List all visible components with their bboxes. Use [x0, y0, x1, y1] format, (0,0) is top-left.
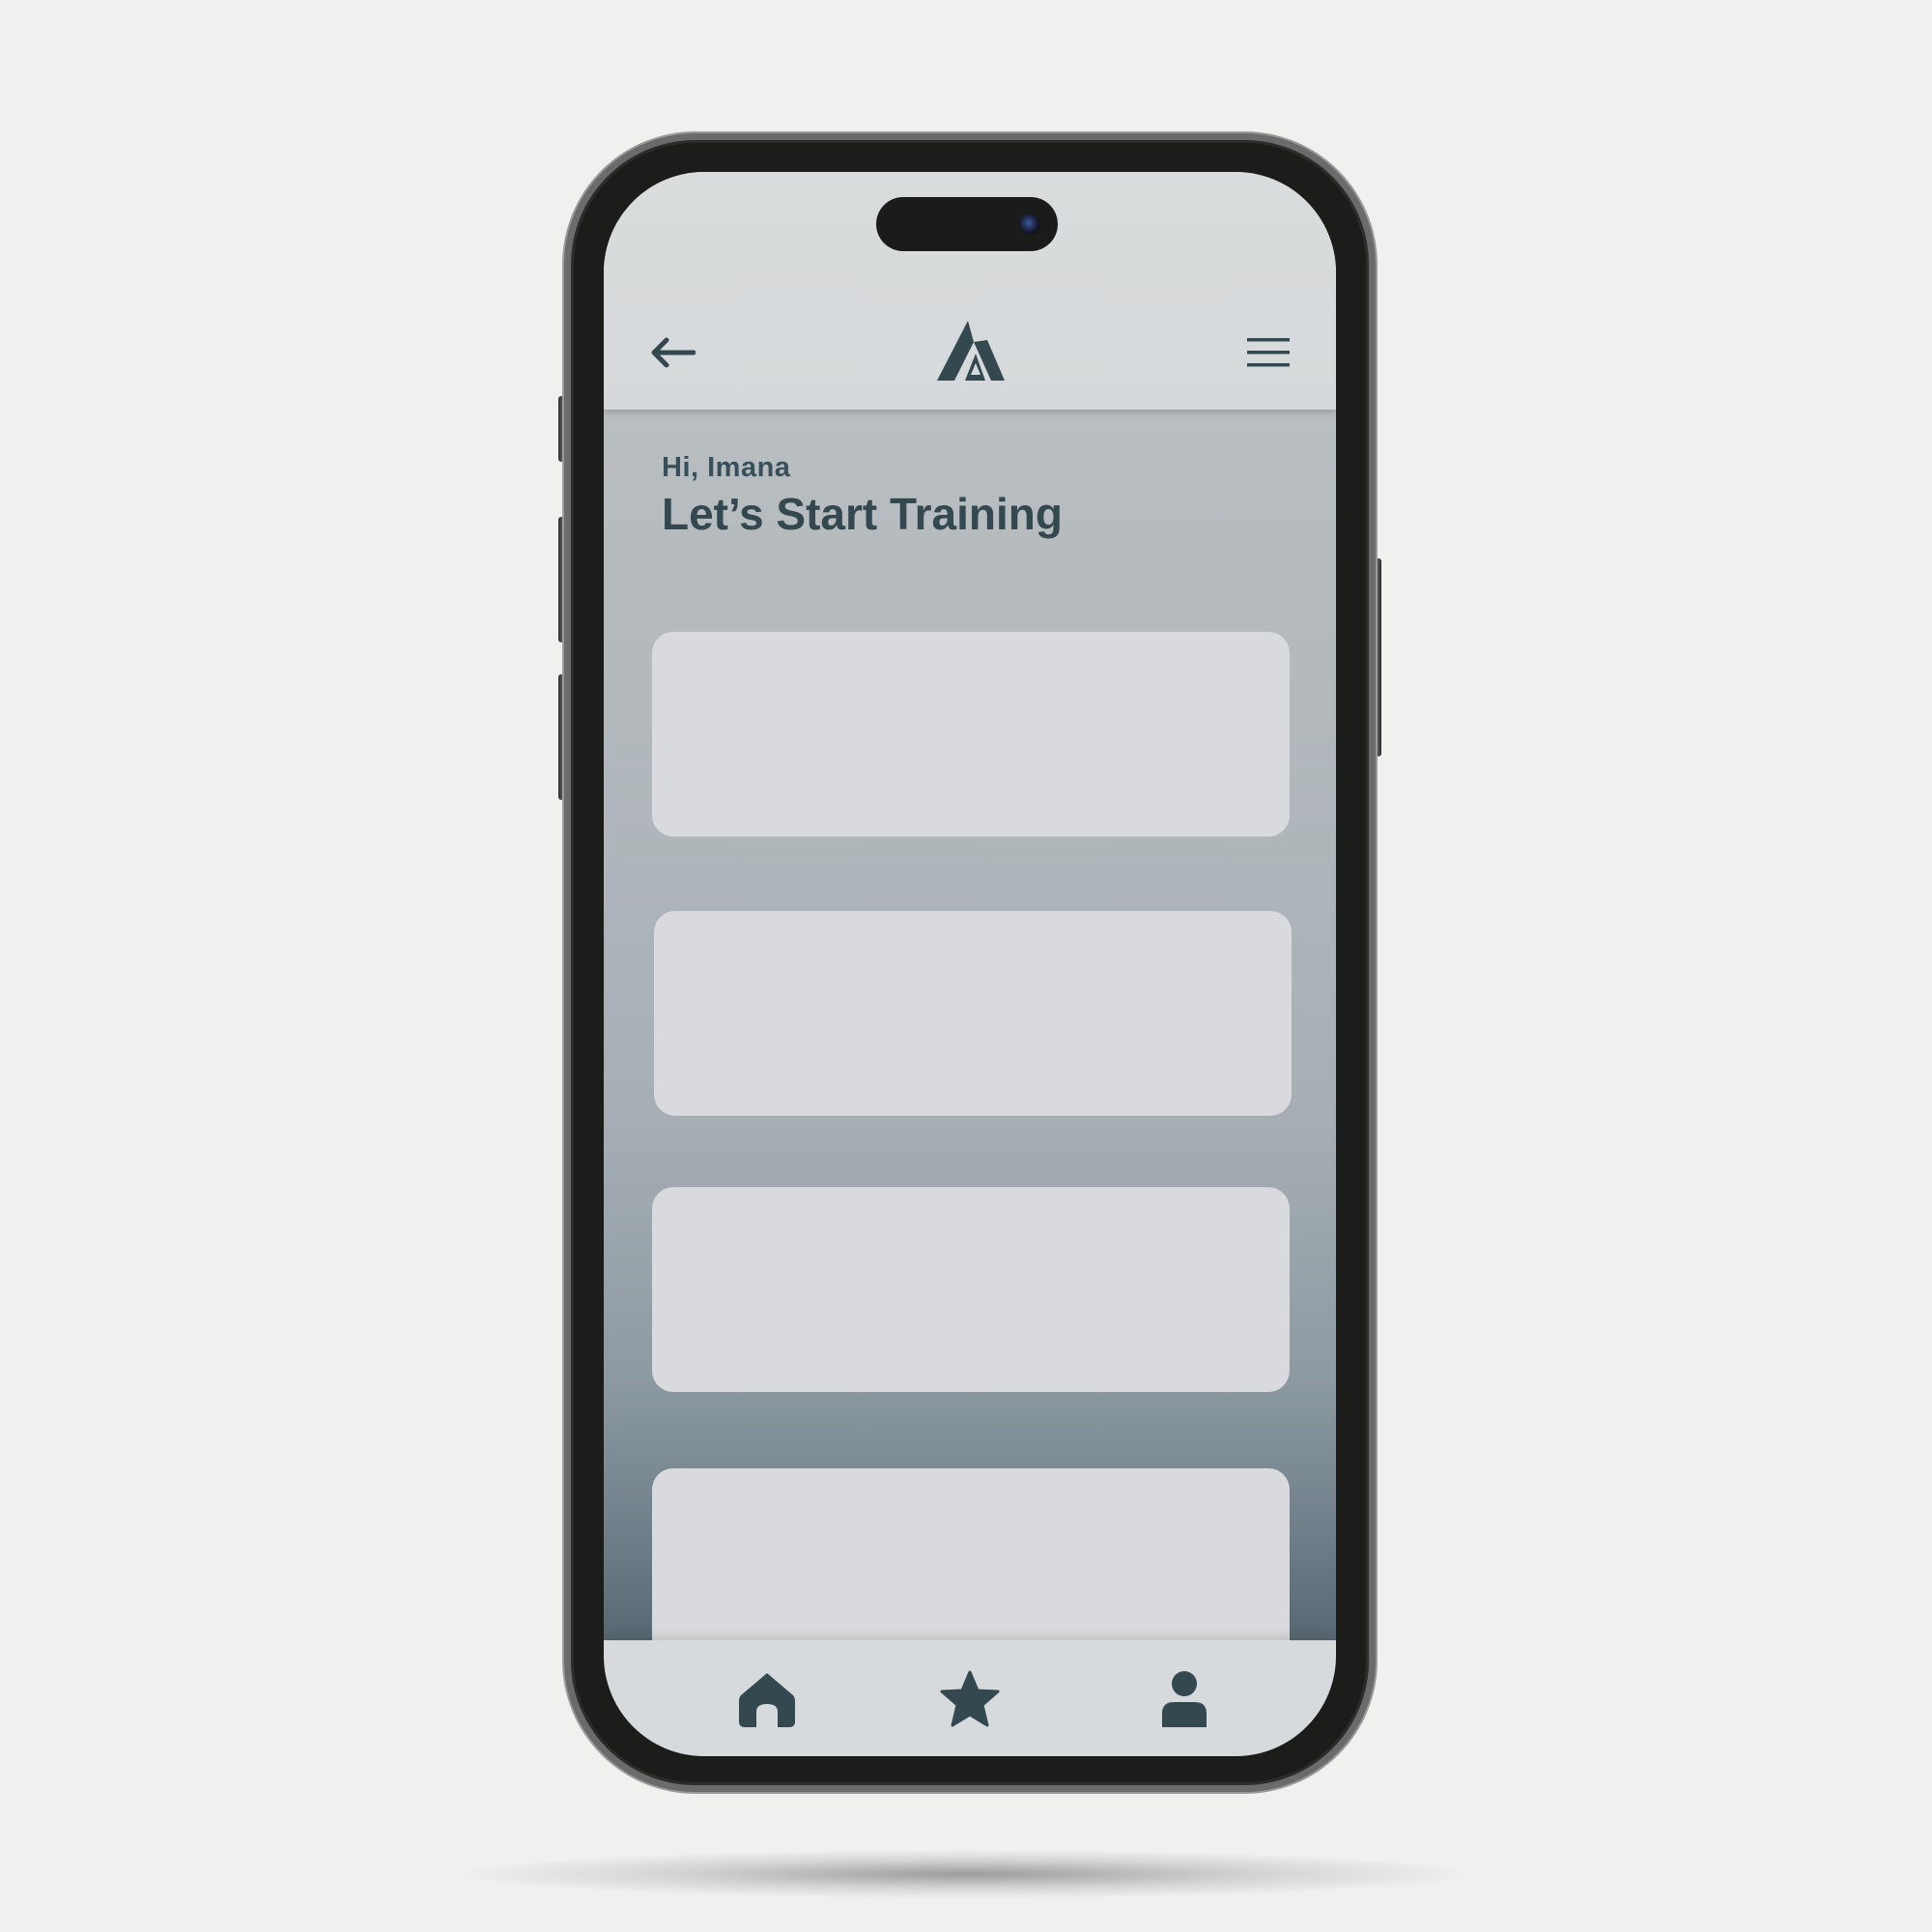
bottom-navigation — [604, 1640, 1336, 1756]
training-card-3[interactable] — [652, 1187, 1290, 1392]
star-icon[interactable] — [940, 1669, 1000, 1729]
page-title: Let’s Start Training — [662, 489, 1063, 539]
greeting-text: Hi, Imana — [662, 452, 791, 483]
user-icon[interactable] — [1154, 1669, 1214, 1729]
training-card-1[interactable] — [652, 632, 1290, 837]
front-camera — [1019, 213, 1040, 235]
device-shadow — [464, 1850, 1468, 1898]
dynamic-island — [876, 197, 1058, 251]
hamburger-menu-icon[interactable] — [1247, 336, 1290, 369]
training-card-2[interactable] — [654, 911, 1292, 1116]
home-icon[interactable] — [737, 1669, 797, 1729]
phone-screen: Hi, Imana Let’s Start Training — [604, 172, 1336, 1756]
back-arrow-icon[interactable] — [649, 336, 696, 369]
mountain-logo-icon — [937, 321, 1005, 383]
